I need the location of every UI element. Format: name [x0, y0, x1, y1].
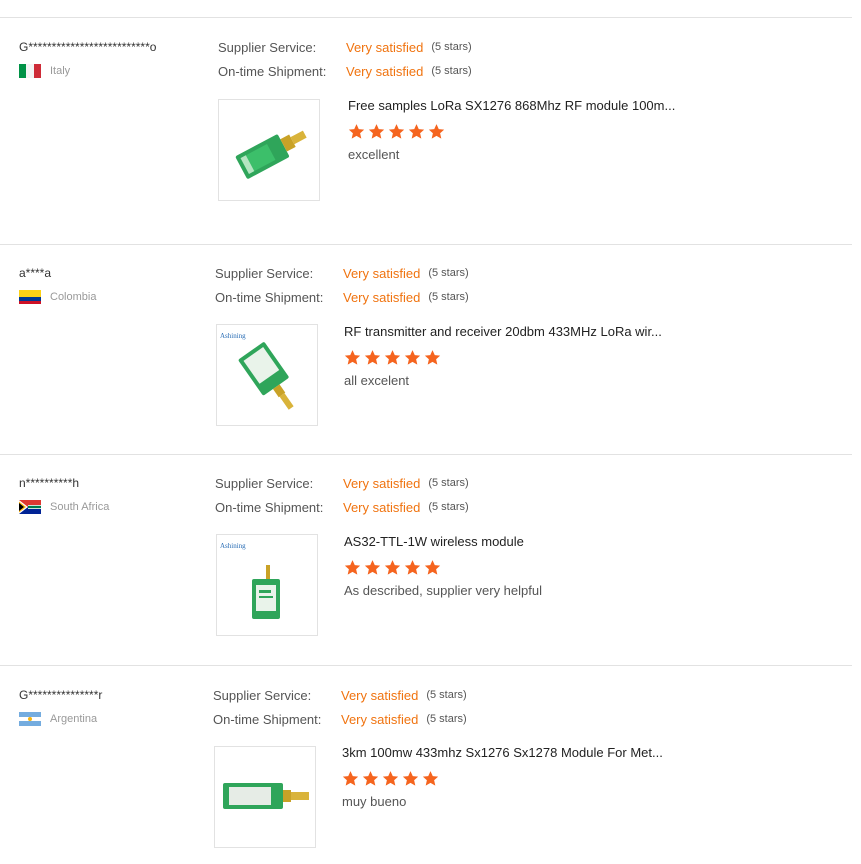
supplier-service-row: Supplier Service: Very satisfied (5 star…: [215, 471, 469, 495]
on-time-shipment-row: On-time Shipment: Very satisfied (5 star…: [215, 285, 469, 309]
star-icon: [424, 350, 441, 365]
supplier-service-label: Supplier Service:: [215, 475, 314, 491]
country-name: South Africa: [50, 501, 110, 513]
star-icon: [362, 771, 379, 786]
star-icon: [348, 124, 365, 139]
star-icon: [428, 124, 445, 139]
supplier-service-stars: (5 stars): [428, 477, 469, 489]
star-icon: [424, 560, 441, 575]
supplier-service-value: Very satisfied: [341, 687, 419, 703]
product-info: RF transmitter and receiver 20dbm 433MHz…: [344, 324, 764, 388]
review-item: n**********h South Africa Supplier Servi…: [0, 454, 852, 666]
on-time-shipment-stars: (5 stars): [431, 65, 472, 77]
on-time-shipment-value: Very satisfied: [343, 499, 421, 515]
supplier-service-row: Supplier Service: Very satisfied (5 star…: [215, 261, 469, 285]
supplier-service-label: Supplier Service:: [215, 265, 314, 281]
product-info: Free samples LoRa SX1276 868Mhz RF modul…: [348, 98, 768, 162]
colombia-flag-icon: [19, 290, 41, 304]
review-comment: all excelent: [344, 373, 410, 388]
country-name: Italy: [50, 65, 71, 77]
reviewer-country: Argentina: [19, 712, 97, 726]
supplier-service-stars: (5 stars): [428, 267, 469, 279]
on-time-shipment-label: On-time Shipment:: [213, 711, 322, 727]
on-time-shipment-label: On-time Shipment:: [215, 499, 324, 515]
on-time-shipment-label: On-time Shipment:: [215, 289, 324, 305]
star-icon: [382, 771, 399, 786]
review-comment: excellent: [348, 147, 400, 162]
product-rating-stars: [344, 559, 764, 577]
supplier-service-value: Very satisfied: [343, 265, 421, 281]
product-image[interactable]: Ashining: [216, 324, 318, 426]
ratings-block: Supplier Service: Very satisfied (5 star…: [213, 683, 467, 731]
product-info: 3km 100mw 433mhz Sx1276 Sx1278 Module Fo…: [342, 745, 762, 809]
product-image[interactable]: Ashining: [216, 534, 318, 636]
review-item: G***************r Argentina Supplier Ser…: [0, 665, 852, 864]
supplier-service-stars: (5 stars): [431, 41, 472, 53]
product-rating-stars: [344, 349, 764, 367]
supplier-service-value: Very satisfied: [343, 475, 421, 491]
ratings-block: Supplier Service: Very satisfied (5 star…: [215, 261, 469, 309]
reviewer-name: a****a: [19, 266, 52, 280]
star-icon: [402, 771, 419, 786]
on-time-shipment-label: On-time Shipment:: [218, 63, 327, 79]
reviewer-name: G**************************o: [19, 40, 157, 54]
supplier-service-row: Supplier Service: Very satisfied (5 star…: [213, 683, 467, 707]
supplier-service-stars: (5 stars): [426, 689, 467, 701]
on-time-shipment-stars: (5 stars): [428, 291, 469, 303]
reviewer-name: n**********h: [19, 476, 80, 490]
product-image[interactable]: [218, 99, 320, 201]
country-name: Argentina: [50, 713, 98, 725]
star-icon: [364, 350, 381, 365]
review-item: G**************************o Italy Suppl…: [0, 17, 852, 245]
on-time-shipment-value: Very satisfied: [341, 711, 419, 727]
star-icon: [404, 350, 421, 365]
ratings-block: Supplier Service: Very satisfied (5 star…: [218, 35, 472, 83]
product-info: AS32-TTL-1W wireless module As described…: [344, 534, 764, 598]
product-title-link[interactable]: Free samples LoRa SX1276 868Mhz RF modul…: [348, 98, 693, 113]
supplier-service-value: Very satisfied: [346, 39, 424, 55]
product-title-link[interactable]: AS32-TTL-1W wireless module: [344, 534, 689, 549]
star-icon: [388, 124, 405, 139]
supplier-service-row: Supplier Service: Very satisfied (5 star…: [218, 35, 472, 59]
star-icon: [404, 560, 421, 575]
star-icon: [342, 771, 359, 786]
product-rating-stars: [342, 770, 762, 788]
star-icon: [344, 560, 361, 575]
south-africa-flag-icon: [19, 500, 41, 514]
product-rating-stars: [348, 123, 768, 141]
country-name: Colombia: [50, 291, 97, 303]
supplier-service-label: Supplier Service:: [218, 39, 317, 55]
on-time-shipment-stars: (5 stars): [428, 501, 469, 513]
review-comment: As described, supplier very helpful: [344, 583, 542, 598]
argentina-flag-icon: [19, 712, 41, 726]
ratings-block: Supplier Service: Very satisfied (5 star…: [215, 471, 469, 519]
review-item: a****a Colombia Supplier Service: Very s…: [0, 244, 852, 455]
product-image[interactable]: [214, 746, 316, 848]
star-icon: [408, 124, 425, 139]
on-time-shipment-row: On-time Shipment: Very satisfied (5 star…: [218, 59, 472, 83]
star-icon: [344, 350, 361, 365]
product-title-link[interactable]: 3km 100mw 433mhz Sx1276 Sx1278 Module Fo…: [342, 745, 687, 760]
reviewer-country: Italy: [19, 64, 70, 78]
star-icon: [422, 771, 439, 786]
on-time-shipment-value: Very satisfied: [343, 289, 421, 305]
image-brand-text: Ashining: [220, 332, 246, 340]
review-comment: muy bueno: [342, 794, 407, 809]
reviewer-name: G***************r: [19, 688, 103, 702]
star-icon: [384, 350, 401, 365]
star-icon: [368, 124, 385, 139]
on-time-shipment-stars: (5 stars): [426, 713, 467, 725]
on-time-shipment-row: On-time Shipment: Very satisfied (5 star…: [215, 495, 469, 519]
star-icon: [364, 560, 381, 575]
product-title-link[interactable]: RF transmitter and receiver 20dbm 433MHz…: [344, 324, 689, 339]
reviewer-country: South Africa: [19, 500, 109, 514]
reviewer-country: Colombia: [19, 290, 96, 304]
on-time-shipment-value: Very satisfied: [346, 63, 424, 79]
italy-flag-icon: [19, 64, 41, 78]
on-time-shipment-row: On-time Shipment: Very satisfied (5 star…: [213, 707, 467, 731]
image-brand-text: Ashining: [220, 542, 246, 550]
supplier-service-label: Supplier Service:: [213, 687, 312, 703]
star-icon: [384, 560, 401, 575]
